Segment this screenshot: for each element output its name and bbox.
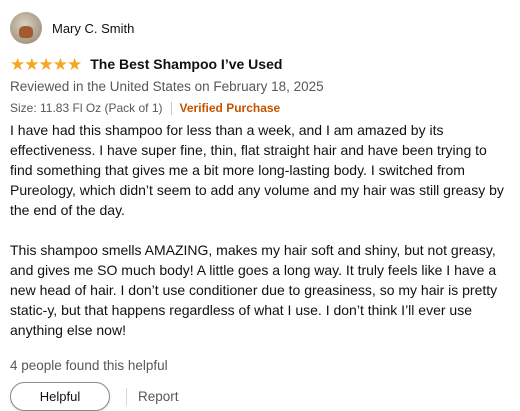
star-icon: ★ — [52, 54, 68, 74]
reviewer-name[interactable]: Mary C. Smith — [52, 21, 134, 36]
review-date: Reviewed in the United States on Februar… — [10, 79, 324, 94]
verified-purchase-badge: Verified Purchase — [179, 101, 281, 115]
helpful-button[interactable]: Helpful — [10, 382, 110, 411]
format-strip[interactable]: Size: 11.83 Fl Oz (Pack of 1) — [10, 100, 163, 116]
customer-review: Mary C. Smith ★ ★ ★ ★ ★ The Best Shampoo… — [0, 0, 520, 411]
star-icon: ★ — [67, 54, 82, 74]
review-paragraph: This shampoo smells AMAZING, makes my ha… — [10, 242, 498, 338]
rating-row: ★ ★ ★ ★ ★ The Best Shampoo I’ve Used — [10, 54, 510, 74]
star-icon: ★ — [38, 54, 54, 74]
review-body: I have had this shampoo for less than a … — [10, 120, 510, 340]
review-paragraph: I have had this shampoo for less than a … — [10, 122, 504, 218]
review-title[interactable]: The Best Shampoo I’ve Used — [90, 56, 282, 72]
review-format-row: Size: 11.83 Fl Oz (Pack of 1) Verified P… — [10, 100, 510, 116]
avatar[interactable] — [10, 12, 42, 44]
reviewer-profile[interactable]: Mary C. Smith — [10, 12, 510, 44]
star-icon: ★ — [24, 54, 39, 74]
review-actions: Helpful Report — [10, 382, 510, 411]
star-rating[interactable]: ★ ★ ★ ★ ★ — [10, 54, 82, 74]
action-divider — [126, 387, 127, 406]
star-icon: ★ — [10, 54, 25, 74]
report-link[interactable]: Report — [138, 389, 179, 404]
format-divider — [170, 101, 172, 115]
helpful-count: 4 people found this helpful — [10, 358, 168, 373]
